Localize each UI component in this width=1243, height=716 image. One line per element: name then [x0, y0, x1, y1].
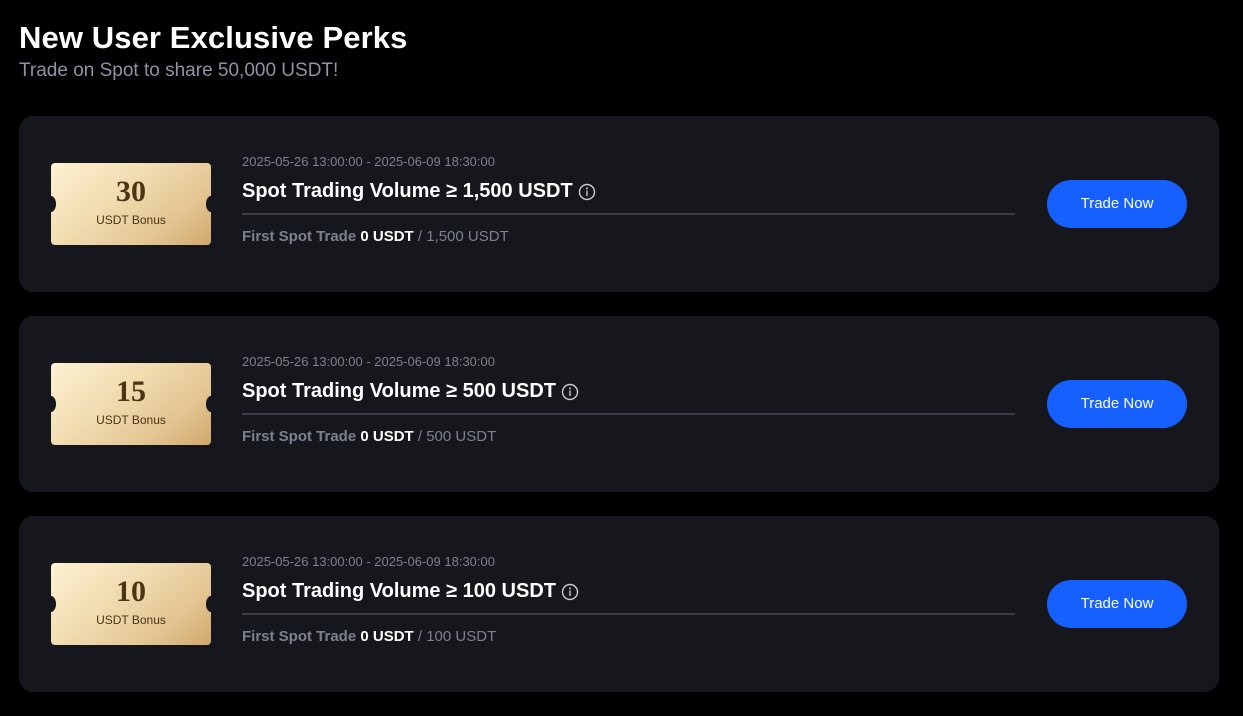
task-title: Spot Trading Volume ≥ 500 USDT	[242, 380, 556, 402]
progress-bar	[242, 213, 1015, 215]
progress-text: First Spot Trade 0 USDT / 100 USDT	[242, 628, 1015, 646]
task-date-range: 2025-05-26 13:00:00 - 2025-06-09 18:30:0…	[242, 354, 495, 369]
progress-current: 0 USDT	[360, 428, 414, 445]
task-title: Spot Trading Volume ≥ 100 USDT	[242, 580, 556, 602]
trade-now-button[interactable]: Trade Now	[1047, 580, 1187, 628]
progress-current: 0 USDT	[360, 628, 414, 645]
progress-label: First Spot Trade	[242, 428, 357, 445]
page-header: New User Exclusive Perks Trade on Spot t…	[19, 18, 407, 84]
progress-label: First Spot Trade	[242, 628, 357, 645]
task-title-row: Spot Trading Volume ≥ 100 USDT	[242, 578, 1015, 604]
bonus-label: USDT Bonus	[96, 213, 166, 227]
task-title-row: Spot Trading Volume ≥ 1,500 USDT	[242, 178, 1015, 204]
bonus-amount: 15	[116, 375, 146, 408]
progress-label: First Spot Trade	[242, 228, 357, 245]
progress-bar	[242, 613, 1015, 615]
task-card: 15 USDT Bonus 2025-05-26 13:00:00 - 2025…	[19, 316, 1219, 492]
progress-target: / 100 USDT	[417, 628, 497, 645]
progress-bar	[242, 413, 1015, 415]
trade-now-button[interactable]: Trade Now	[1047, 380, 1187, 428]
trade-now-button[interactable]: Trade Now	[1047, 180, 1187, 228]
task-card: 30 USDT Bonus 2025-05-26 13:00:00 - 2025…	[19, 116, 1219, 292]
progress-target: / 1,500 USDT	[417, 228, 509, 245]
perks-page: New User Exclusive Perks Trade on Spot t…	[0, 0, 1243, 716]
progress-target: / 500 USDT	[417, 428, 497, 445]
bonus-ticket: 15 USDT Bonus	[46, 363, 216, 445]
bonus-label: USDT Bonus	[96, 613, 166, 627]
task-info: 2025-05-26 13:00:00 - 2025-06-09 18:30:0…	[242, 354, 1015, 446]
bonus-amount: 30	[116, 175, 146, 208]
page-subtitle: Trade on Spot to share 50,000 USDT!	[19, 60, 339, 81]
task-info: 2025-05-26 13:00:00 - 2025-06-09 18:30:0…	[242, 554, 1015, 646]
bonus-label: USDT Bonus	[96, 413, 166, 427]
page-title: New User Exclusive Perks	[19, 20, 408, 55]
bonus-ticket: 10 USDT Bonus	[46, 563, 216, 645]
progress-text: First Spot Trade 0 USDT / 500 USDT	[242, 428, 1015, 446]
info-circle-icon[interactable]	[561, 582, 579, 601]
task-card: 10 USDT Bonus 2025-05-26 13:00:00 - 2025…	[19, 516, 1219, 692]
progress-text: First Spot Trade 0 USDT / 1,500 USDT	[242, 228, 1015, 246]
task-info: 2025-05-26 13:00:00 - 2025-06-09 18:30:0…	[242, 154, 1015, 246]
bonus-amount: 10	[116, 575, 146, 608]
bonus-ticket: 30 USDT Bonus	[46, 163, 216, 245]
task-date-range: 2025-05-26 13:00:00 - 2025-06-09 18:30:0…	[242, 154, 495, 169]
task-title-row: Spot Trading Volume ≥ 500 USDT	[242, 378, 1015, 404]
progress-current: 0 USDT	[360, 228, 414, 245]
task-date-range: 2025-05-26 13:00:00 - 2025-06-09 18:30:0…	[242, 554, 495, 569]
info-circle-icon[interactable]	[561, 382, 579, 401]
task-title: Spot Trading Volume ≥ 1,500 USDT	[242, 180, 573, 202]
info-circle-icon[interactable]	[578, 182, 596, 201]
